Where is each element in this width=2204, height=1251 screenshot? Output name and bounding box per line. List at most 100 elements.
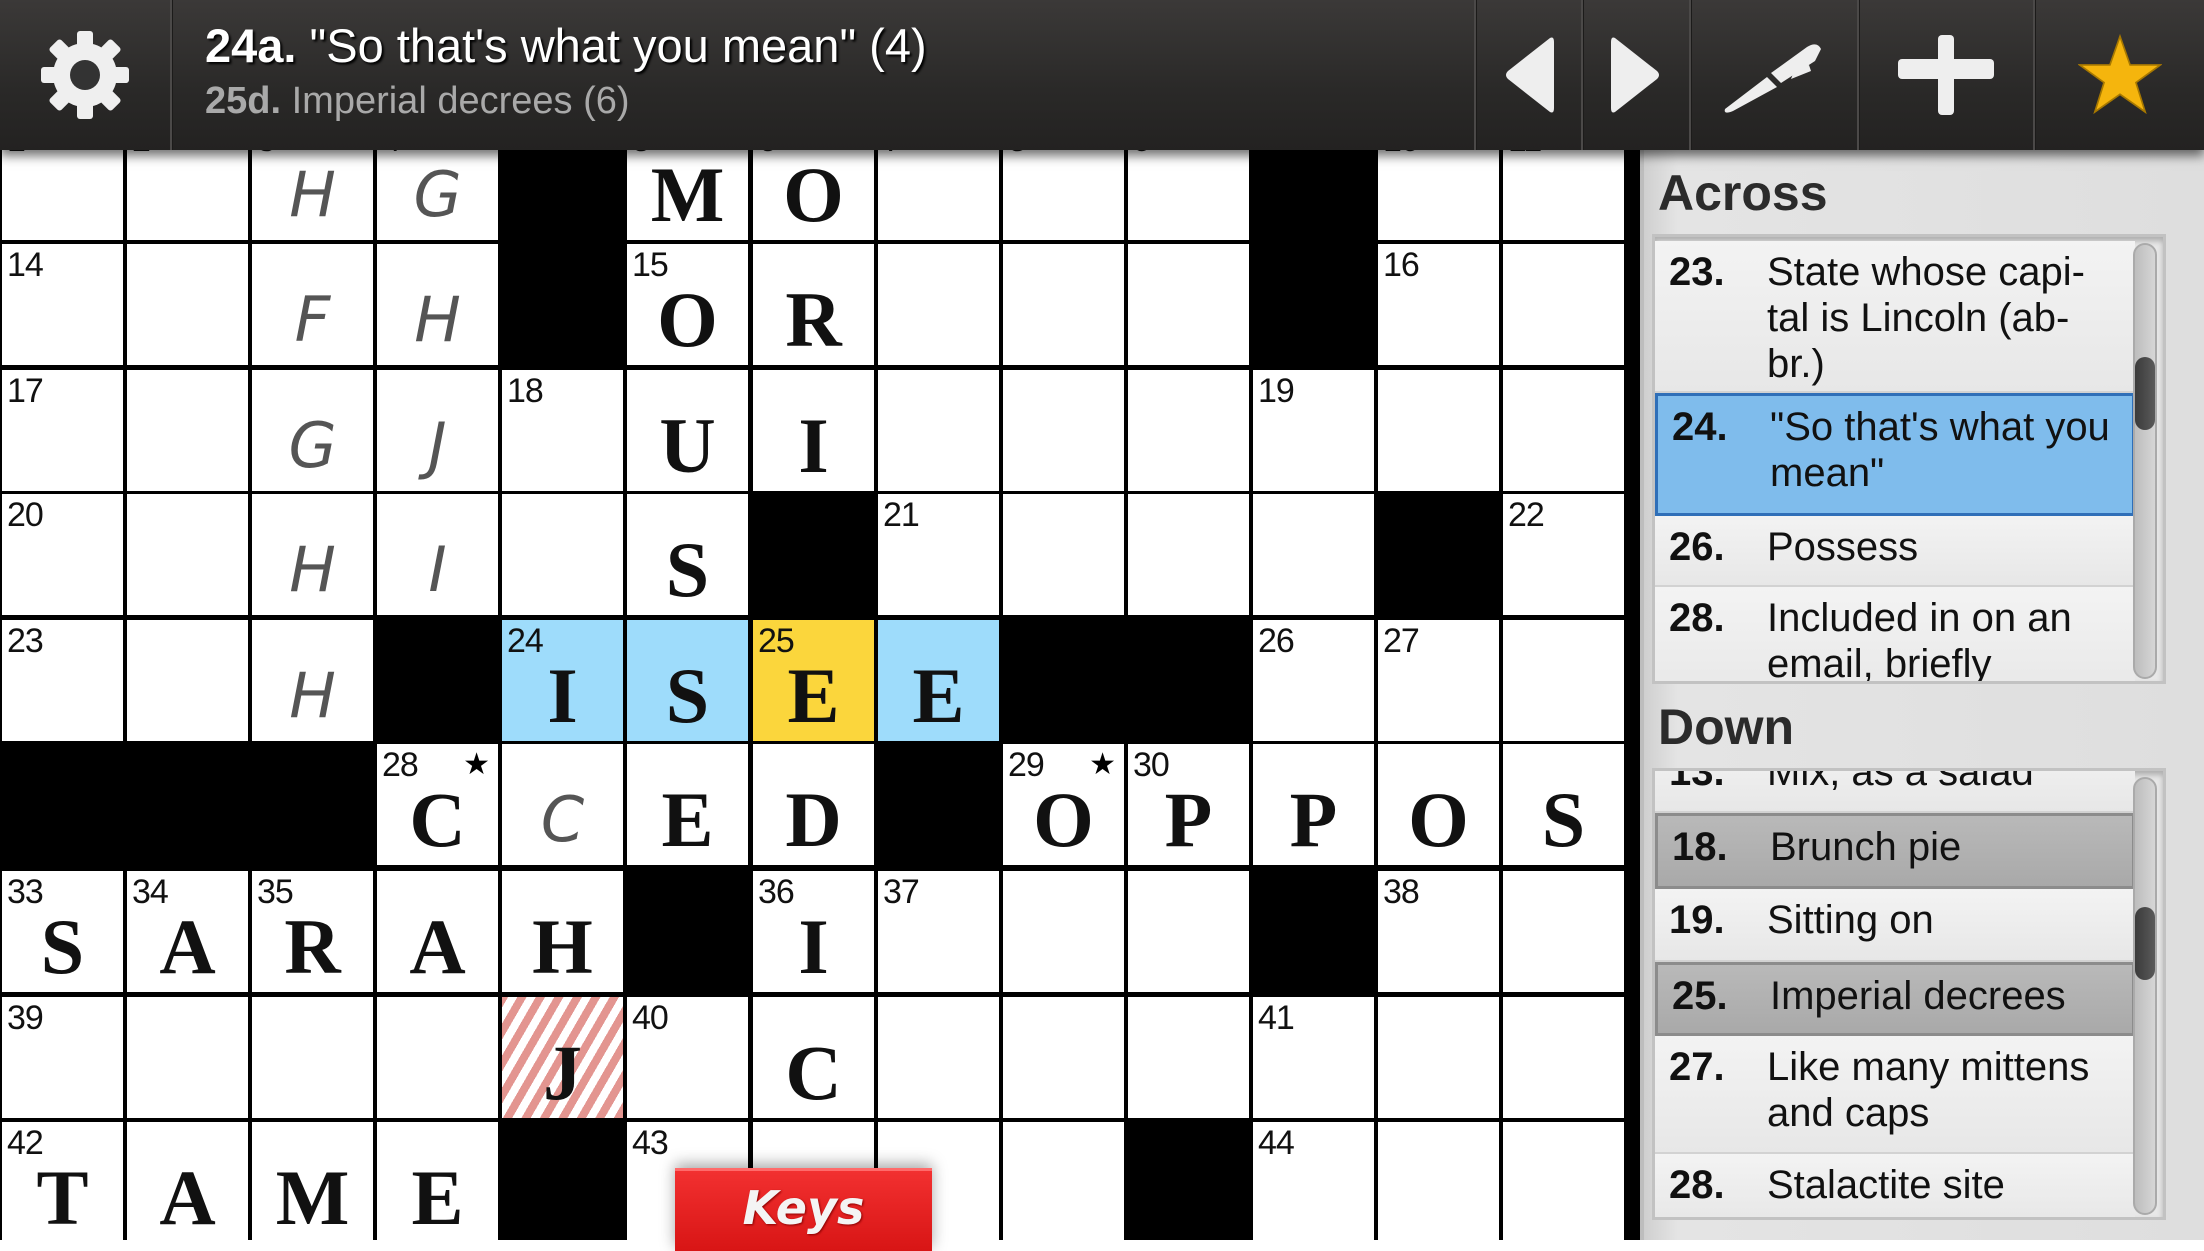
grid-cell[interactable]: D: [753, 744, 874, 865]
grid-cell[interactable]: S: [1503, 744, 1624, 865]
grid-cell[interactable]: E: [627, 744, 748, 865]
grid-cell[interactable]: [878, 244, 999, 365]
grid-cell[interactable]: [1003, 494, 1124, 615]
down-clue-item[interactable]: 13. Mix, as a salad: [1655, 771, 2135, 813]
previous-clue-button[interactable]: [1476, 0, 1581, 150]
grid-cell[interactable]: [1128, 871, 1249, 992]
grid-cell[interactable]: 25 E: [753, 620, 874, 741]
settings-button[interactable]: [0, 0, 170, 150]
grid-cell[interactable]: [1128, 370, 1249, 491]
grid-cell[interactable]: [127, 244, 248, 365]
grid-cell[interactable]: 19: [1253, 370, 1374, 491]
down-clue-item[interactable]: 27. Like many mittens and caps: [1655, 1036, 2135, 1154]
across-clue-list[interactable]: 28. Included in on an email, briefly 26. Po…: [1652, 234, 2166, 684]
grid-cell[interactable]: [1128, 244, 1249, 365]
grid-cell[interactable]: 18: [502, 370, 623, 491]
grid-cell[interactable]: [127, 370, 248, 491]
grid-cell[interactable]: O: [1378, 744, 1499, 865]
grid-cell[interactable]: [1378, 997, 1499, 1118]
grid-cell[interactable]: 44: [1253, 1122, 1374, 1240]
grid-cell[interactable]: 16: [1378, 244, 1499, 365]
grid-cell[interactable]: [127, 620, 248, 741]
grid-cell[interactable]: 28 ★ C: [377, 744, 498, 865]
grid-cell[interactable]: [1503, 1122, 1624, 1240]
grid-cell[interactable]: [1003, 997, 1124, 1118]
grid-cell[interactable]: S: [627, 494, 748, 615]
grid-cell[interactable]: 42 T: [2, 1122, 123, 1240]
down-clue-item[interactable]: 28. Stalactite site: [1655, 1154, 2135, 1217]
grid-cell[interactable]: [878, 997, 999, 1118]
crossword-grid[interactable]: 123H4G5M6O789101114FH15OR1617GJ18UI1920H…: [0, 0, 1640, 1240]
grid-cell[interactable]: A: [127, 1122, 248, 1240]
grid-cell[interactable]: [127, 997, 248, 1118]
grid-cell[interactable]: 41: [1253, 997, 1374, 1118]
grid-cell[interactable]: 21: [878, 494, 999, 615]
down-clue-item[interactable]: 25. Imperial decrees: [1655, 962, 2135, 1036]
across-clue-item[interactable]: 26. Possess: [1655, 516, 2135, 587]
grid-cell[interactable]: E: [878, 620, 999, 741]
grid-cell[interactable]: 33 S: [2, 871, 123, 992]
grid-cell[interactable]: [1003, 871, 1124, 992]
grid-cell[interactable]: [127, 494, 248, 615]
next-clue-button[interactable]: [1583, 0, 1689, 150]
grid-cell[interactable]: 34 A: [127, 871, 248, 992]
grid-cell[interactable]: [1003, 1122, 1124, 1240]
grid-cell[interactable]: H: [377, 244, 498, 365]
add-button[interactable]: [1859, 0, 2033, 150]
grid-cell[interactable]: 27: [1378, 620, 1499, 741]
grid-cell[interactable]: H: [502, 871, 623, 992]
grid-cell[interactable]: I: [377, 494, 498, 615]
down-clue-list[interactable]: 28. Stalactite site 27. Like many mittens a…: [1652, 768, 2166, 1220]
grid-cell[interactable]: [1128, 997, 1249, 1118]
grid-cell[interactable]: 20: [2, 494, 123, 615]
grid-cell[interactable]: 40: [627, 997, 748, 1118]
grid-cell[interactable]: H: [252, 620, 373, 741]
grid-cell[interactable]: 36 I: [753, 871, 874, 992]
grid-cell[interactable]: 14: [2, 244, 123, 365]
grid-cell[interactable]: [1378, 370, 1499, 491]
grid-cell[interactable]: C: [753, 997, 874, 1118]
grid-cell[interactable]: 24 I: [502, 620, 623, 741]
grid-cell[interactable]: G: [252, 370, 373, 491]
down-scroll-thumb[interactable]: [2135, 907, 2155, 980]
grid-cell[interactable]: [1503, 244, 1624, 365]
across-clue-item[interactable]: 23. State whose capi- tal is Lincoln (ab-…: [1655, 241, 2135, 393]
grid-cell[interactable]: 37: [878, 871, 999, 992]
grid-cell[interactable]: I: [753, 370, 874, 491]
grid-cell[interactable]: 26: [1253, 620, 1374, 741]
grid-cell[interactable]: [502, 494, 623, 615]
across-scroll-thumb[interactable]: [2135, 357, 2155, 430]
grid-cell[interactable]: J: [377, 370, 498, 491]
grid-cell[interactable]: [1128, 494, 1249, 615]
grid-cell[interactable]: [1503, 997, 1624, 1118]
favorite-button[interactable]: [2035, 0, 2204, 150]
grid-cell[interactable]: 17: [2, 370, 123, 491]
grid-cell[interactable]: 23: [2, 620, 123, 741]
grid-cell[interactable]: C: [502, 744, 623, 865]
across-clue-item[interactable]: 28. Included in on an email, briefly: [1655, 587, 2135, 681]
grid-cell[interactable]: H: [252, 494, 373, 615]
grid-cell[interactable]: J: [502, 997, 623, 1118]
grid-cell[interactable]: E: [377, 1122, 498, 1240]
grid-cell[interactable]: A: [377, 871, 498, 992]
down-clue-item[interactable]: 18. Brunch pie: [1655, 813, 2135, 889]
grid-cell[interactable]: 15 O: [627, 244, 748, 365]
grid-cell[interactable]: [1003, 244, 1124, 365]
across-clue-item[interactable]: 24. "So that's what you mean": [1655, 393, 2135, 516]
pen-mode-button[interactable]: [1691, 0, 1857, 150]
grid-cell[interactable]: [1378, 1122, 1499, 1240]
grid-cell[interactable]: R: [753, 244, 874, 365]
grid-cell[interactable]: U: [627, 370, 748, 491]
grid-cell[interactable]: 35 R: [252, 871, 373, 992]
grid-cell[interactable]: S: [627, 620, 748, 741]
keys-button[interactable]: Keys: [675, 1168, 932, 1251]
grid-cell[interactable]: [878, 370, 999, 491]
grid-cell[interactable]: [252, 997, 373, 1118]
grid-cell[interactable]: P: [1253, 744, 1374, 865]
across-scrollbar[interactable]: [2133, 243, 2157, 679]
grid-cell[interactable]: [1503, 370, 1624, 491]
grid-cell[interactable]: [1003, 370, 1124, 491]
grid-cell[interactable]: 30 P: [1128, 744, 1249, 865]
grid-cell[interactable]: [1253, 494, 1374, 615]
grid-cell[interactable]: 22: [1503, 494, 1624, 615]
